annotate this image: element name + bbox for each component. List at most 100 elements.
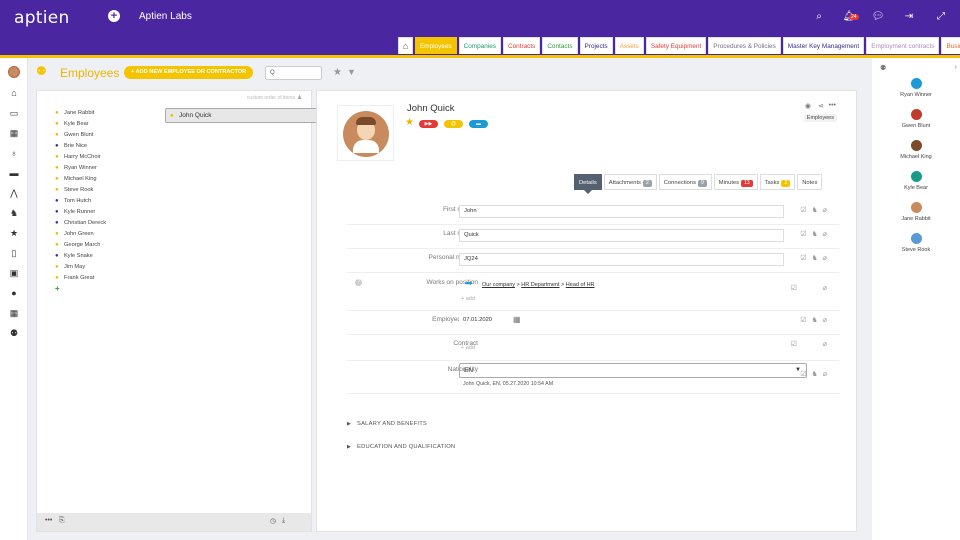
list-item[interactable]: ● Jim May [53,262,307,273]
more-options-icon[interactable]: ••• [829,102,836,109]
horse-icon[interactable]: ♞ [8,207,20,219]
watch-eye-icon[interactable]: ◉ [805,102,811,110]
tab-tasks[interactable]: Tasks 2 [759,174,796,190]
tab-contracts[interactable]: Contracts [502,37,541,54]
favorite-star-icon[interactable]: ★ [405,117,414,128]
field-actions[interactable]: ☑♞⌀ [800,206,832,214]
help-icon[interactable]: ? [355,279,362,286]
tab-notes[interactable]: Notes [797,174,823,190]
video-icon[interactable]: ▶▶ [419,120,438,128]
tab-safety-equipment[interactable]: Safety Equipment [645,37,707,54]
user-avatar[interactable] [8,66,20,78]
list-item[interactable]: ● George March [53,240,307,251]
detail-tabs: Details Attachments 2 Connections 9 Minutes 13… [574,174,823,190]
tab-projects[interactable]: Projects [579,37,613,54]
section-education[interactable]: ▶ EDUCATION AND QUALIFICATION [347,444,455,450]
tab-attachments[interactable]: Attachments 2 [603,174,657,190]
list-item[interactable]: ● Tom Hutch [53,196,307,207]
field-actions[interactable]: ☑♞⌀ [800,230,832,238]
share-icon[interactable]: ⋖ [818,102,824,110]
grid-icon[interactable]: ▦ [8,307,20,319]
field-actions[interactable]: ☑♞⌀ [800,316,832,324]
tab-contacts[interactable]: Contacts [542,37,578,54]
module-tag[interactable]: Employees [803,114,837,122]
team-icon[interactable]: ⚉ [8,327,20,339]
tab-employees[interactable]: Employees [415,37,457,54]
chat-icon[interactable]: 💬︎ [871,10,885,24]
list-item[interactable]: ● Christian Dereck [53,218,307,229]
export-icon[interactable]: ⎘ [59,517,65,525]
home-icon[interactable]: ⌂ [8,87,20,99]
online-user[interactable]: Jane Rabbit [872,202,960,222]
book-icon[interactable]: ▯ [8,247,20,259]
list-item[interactable]: ● Kyle Snake [53,251,307,262]
search-icon[interactable]: ⌕ [812,10,826,24]
tab-companies[interactable]: Companies [458,37,501,54]
add-item-icon[interactable]: + [53,284,307,293]
tab-details[interactable]: Details [574,174,602,190]
tab-employment-contracts[interactable]: Employment contracts [866,37,940,54]
list-item[interactable]: ● John Green [53,229,307,240]
tab-connections[interactable]: Connections 9 [658,174,712,190]
list-item[interactable]: ● Frank Great [53,273,307,284]
tab-procedures-policies[interactable]: Procedures & Policies [708,37,781,54]
section-salary[interactable]: ▶ SALARY AND BENEFITS [347,421,427,427]
tab-business-contracts[interactable]: Business contracts [941,37,960,54]
online-user[interactable]: Steve Rook [872,233,960,253]
list-item[interactable]: ● Michael King [53,174,307,185]
position-path[interactable]: Our company > HR Department > Head of HR [482,282,595,288]
list-item[interactable]: ● Steve Rook [53,185,307,196]
first-name-field[interactable]: John [459,205,784,218]
online-user[interactable]: Ryan Winner [872,78,960,98]
folder-icon[interactable]: ▬ [8,167,20,179]
more-icon[interactable]: ••• [45,517,52,524]
home-tab-icon[interactable]: ⌂ [398,37,413,54]
tab-assets[interactable]: Assets [614,37,644,54]
list-item[interactable]: ● Gwen Blunt [53,130,307,141]
download-icon[interactable]: ⤓ [282,517,285,525]
field-actions[interactable]: ☑ ⌀ [791,284,832,292]
add-contract-link[interactable]: + add [461,345,475,351]
nationality-select[interactable]: EN ▼ [459,363,807,378]
employee-photo[interactable] [337,105,394,161]
add-position-link[interactable]: + add [461,296,475,302]
online-user[interactable]: Kyle Bear [872,171,960,191]
list-item[interactable]: ● Kyle Runner [53,207,307,218]
field-actions[interactable]: ☑♞⌀ [800,254,832,262]
list-item[interactable]: ● Harry McChoir [53,152,307,163]
employed-since-field[interactable]: 07.01.2020 [459,315,507,328]
inbox-icon[interactable]: ▭ [8,107,20,119]
organization-name[interactable]: Aptien Labs [139,11,192,22]
list-item[interactable]: ● Ryan Winner [53,163,307,174]
search-input[interactable]: Q [265,66,322,80]
message-icon[interactable]: ▬ [469,120,488,128]
personal-number-field[interactable]: JQ24 [459,253,784,266]
online-user[interactable]: Michael King [872,140,960,160]
list-item[interactable]: ● Brie Nice [53,141,307,152]
logout-icon[interactable]: ⇥ [902,10,916,24]
calendar-picker-icon[interactable]: ▦ [513,315,521,324]
email-icon[interactable]: @ [444,120,463,128]
tab-minutes[interactable]: Minutes 13 [713,174,758,190]
favorite-filter-icon[interactable]: ★ [333,67,342,78]
last-name-field[interactable]: Quick [459,229,784,242]
person-icon[interactable]: ● [8,287,20,299]
online-user[interactable]: Gwen Blunt [872,109,960,129]
app-logo[interactable]: aptien [14,8,70,28]
sort-info[interactable]: custom order of items [247,95,295,101]
lightbulb-icon[interactable]: ♁ [8,147,20,159]
chart-icon[interactable]: ⋀ [8,187,20,199]
sort-arrow-icon[interactable]: ▲ [296,94,303,101]
calendar-icon[interactable]: ▦ [8,127,20,139]
expand-icon[interactable]: ⤢ [934,10,948,24]
tab-master-key-management[interactable]: Master Key Management [782,37,865,54]
field-actions[interactable]: ☑ ⌀ [791,340,832,348]
clock-icon[interactable]: ◷ [270,517,276,525]
star-icon[interactable]: ★ [8,227,20,239]
add-employee-button[interactable]: + ADD NEW EMPLOYEE OR CONTRACTOR [124,66,254,79]
quick-add-button[interactable]: + [108,10,120,22]
briefcase-icon[interactable]: ▣ [8,267,20,279]
filter-icon[interactable]: ▼ [347,67,356,77]
chevron-right-icon[interactable]: › [955,64,957,71]
field-actions[interactable]: ☑♞⌀ [800,370,832,378]
